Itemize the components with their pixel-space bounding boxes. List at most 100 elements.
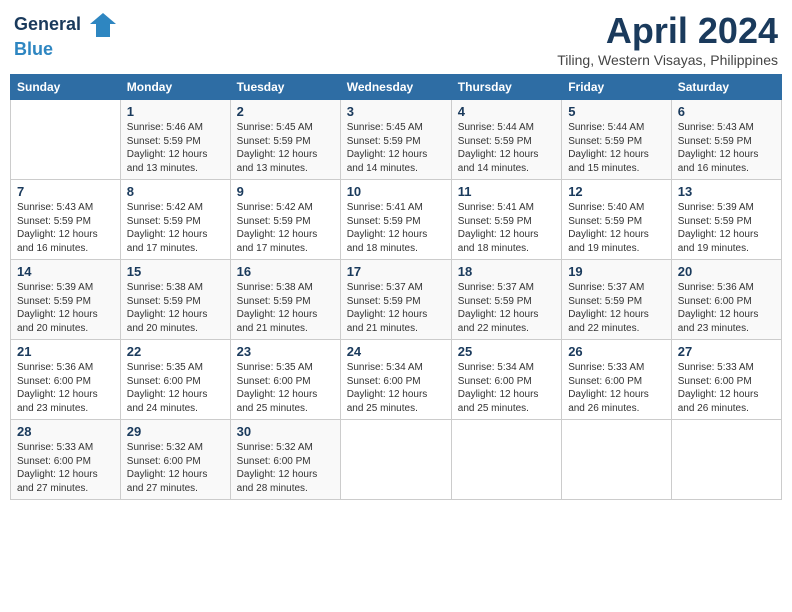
- day-number: 6: [678, 104, 775, 119]
- day-info: Sunrise: 5:33 AMSunset: 6:00 PMDaylight:…: [568, 361, 665, 415]
- day-info: Sunrise: 5:36 AMSunset: 6:00 PMDaylight:…: [17, 361, 114, 415]
- calendar-cell: 21 Sunrise: 5:36 AMSunset: 6:00 PMDayligh…: [11, 340, 121, 420]
- day-number: 5: [568, 104, 665, 119]
- day-info: Sunrise: 5:36 AMSunset: 6:00 PMDaylight:…: [678, 281, 775, 335]
- title-section: April 2024 Tiling, Western Visayas, Phil…: [557, 10, 778, 68]
- calendar-cell: 27 Sunrise: 5:33 AMSunset: 6:00 PMDayligh…: [671, 340, 781, 420]
- day-info: Sunrise: 5:43 AMSunset: 5:59 PMDaylight:…: [17, 201, 114, 255]
- day-number: 20: [678, 264, 775, 279]
- day-info: Sunrise: 5:37 AMSunset: 5:59 PMDaylight:…: [458, 281, 555, 335]
- day-number: 22: [127, 344, 224, 359]
- calendar-cell: 26 Sunrise: 5:33 AMSunset: 6:00 PMDayligh…: [562, 340, 672, 420]
- calendar-cell: 11 Sunrise: 5:41 AMSunset: 5:59 PMDayligh…: [451, 180, 561, 260]
- weekday-header: Friday: [562, 75, 672, 100]
- day-number: 27: [678, 344, 775, 359]
- day-number: 13: [678, 184, 775, 199]
- weekday-header: Saturday: [671, 75, 781, 100]
- day-info: Sunrise: 5:38 AMSunset: 5:59 PMDaylight:…: [127, 281, 224, 335]
- calendar-week-row: 7 Sunrise: 5:43 AMSunset: 5:59 PMDaylight…: [11, 180, 782, 260]
- calendar-header-row: SundayMondayTuesdayWednesdayThursdayFrid…: [11, 75, 782, 100]
- logo: General Blue: [14, 10, 118, 60]
- day-info: Sunrise: 5:42 AMSunset: 5:59 PMDaylight:…: [127, 201, 224, 255]
- day-info: Sunrise: 5:44 AMSunset: 5:59 PMDaylight:…: [458, 121, 555, 175]
- day-info: Sunrise: 5:46 AMSunset: 5:59 PMDaylight:…: [127, 121, 224, 175]
- location-title: Tiling, Western Visayas, Philippines: [557, 52, 778, 68]
- day-info: Sunrise: 5:41 AMSunset: 5:59 PMDaylight:…: [347, 201, 445, 255]
- day-number: 29: [127, 424, 224, 439]
- day-info: Sunrise: 5:39 AMSunset: 5:59 PMDaylight:…: [17, 281, 114, 335]
- calendar-cell: [562, 420, 672, 500]
- calendar-cell: 7 Sunrise: 5:43 AMSunset: 5:59 PMDaylight…: [11, 180, 121, 260]
- day-number: 23: [237, 344, 334, 359]
- calendar-cell: 9 Sunrise: 5:42 AMSunset: 5:59 PMDaylight…: [230, 180, 340, 260]
- day-info: Sunrise: 5:38 AMSunset: 5:59 PMDaylight:…: [237, 281, 334, 335]
- day-info: Sunrise: 5:44 AMSunset: 5:59 PMDaylight:…: [568, 121, 665, 175]
- calendar-cell: 8 Sunrise: 5:42 AMSunset: 5:59 PMDaylight…: [120, 180, 230, 260]
- calendar-week-row: 28Sunrise: 5:33 AMSunset: 6:00 PMDayligh…: [11, 420, 782, 500]
- logo-text: General Blue: [14, 10, 118, 60]
- day-number: 2: [237, 104, 334, 119]
- day-info: Sunrise: 5:40 AMSunset: 5:59 PMDaylight:…: [568, 201, 665, 255]
- day-number: 15: [127, 264, 224, 279]
- calendar-cell: [671, 420, 781, 500]
- calendar-cell: [11, 100, 121, 180]
- weekday-header: Wednesday: [340, 75, 451, 100]
- calendar-cell: 12 Sunrise: 5:40 AMSunset: 5:59 PMDayligh…: [562, 180, 672, 260]
- calendar-cell: 6 Sunrise: 5:43 AMSunset: 5:59 PMDaylight…: [671, 100, 781, 180]
- calendar-cell: 15 Sunrise: 5:38 AMSunset: 5:59 PMDayligh…: [120, 260, 230, 340]
- day-number: 19: [568, 264, 665, 279]
- calendar-cell: 5 Sunrise: 5:44 AMSunset: 5:59 PMDaylight…: [562, 100, 672, 180]
- day-number: 21: [17, 344, 114, 359]
- day-number: 8: [127, 184, 224, 199]
- calendar-week-row: 21 Sunrise: 5:36 AMSunset: 6:00 PMDayligh…: [11, 340, 782, 420]
- day-info: Sunrise: 5:35 AMSunset: 6:00 PMDaylight:…: [237, 361, 334, 415]
- day-info: Sunrise: 5:35 AMSunset: 6:00 PMDaylight:…: [127, 361, 224, 415]
- day-number: 4: [458, 104, 555, 119]
- calendar-cell: 19 Sunrise: 5:37 AMSunset: 5:59 PMDayligh…: [562, 260, 672, 340]
- day-number: 14: [17, 264, 114, 279]
- day-number: 12: [568, 184, 665, 199]
- day-number: 25: [458, 344, 555, 359]
- day-info: Sunrise: 5:33 AMSunset: 6:00 PMDaylight:…: [678, 361, 775, 415]
- day-number: 18: [458, 264, 555, 279]
- calendar-cell: 22 Sunrise: 5:35 AMSunset: 6:00 PMDayligh…: [120, 340, 230, 420]
- day-number: 1: [127, 104, 224, 119]
- day-info: Sunrise: 5:32 AMSunset: 6:00 PMDaylight:…: [237, 441, 334, 495]
- day-info: Sunrise: 5:34 AMSunset: 6:00 PMDaylight:…: [347, 361, 445, 415]
- day-info: Sunrise: 5:39 AMSunset: 5:59 PMDaylight:…: [678, 201, 775, 255]
- calendar-cell: 29Sunrise: 5:32 AMSunset: 6:00 PMDayligh…: [120, 420, 230, 500]
- day-info: Sunrise: 5:41 AMSunset: 5:59 PMDaylight:…: [458, 201, 555, 255]
- calendar-cell: 14 Sunrise: 5:39 AMSunset: 5:59 PMDayligh…: [11, 260, 121, 340]
- calendar-cell: 10Sunrise: 5:41 AMSunset: 5:59 PMDayligh…: [340, 180, 451, 260]
- calendar-cell: [340, 420, 451, 500]
- day-number: 16: [237, 264, 334, 279]
- calendar-cell: 20 Sunrise: 5:36 AMSunset: 6:00 PMDayligh…: [671, 260, 781, 340]
- calendar-cell: [451, 420, 561, 500]
- day-info: Sunrise: 5:45 AMSunset: 5:59 PMDaylight:…: [237, 121, 334, 175]
- weekday-header: Thursday: [451, 75, 561, 100]
- calendar-cell: 17Sunrise: 5:37 AMSunset: 5:59 PMDayligh…: [340, 260, 451, 340]
- day-info: Sunrise: 5:42 AMSunset: 5:59 PMDaylight:…: [237, 201, 334, 255]
- calendar-table: SundayMondayTuesdayWednesdayThursdayFrid…: [10, 74, 782, 500]
- day-info: Sunrise: 5:43 AMSunset: 5:59 PMDaylight:…: [678, 121, 775, 175]
- calendar-cell: 28Sunrise: 5:33 AMSunset: 6:00 PMDayligh…: [11, 420, 121, 500]
- day-number: 9: [237, 184, 334, 199]
- calendar-cell: 25 Sunrise: 5:34 AMSunset: 6:00 PMDayligh…: [451, 340, 561, 420]
- calendar-cell: 23 Sunrise: 5:35 AMSunset: 6:00 PMDayligh…: [230, 340, 340, 420]
- calendar-cell: 1 Sunrise: 5:46 AMSunset: 5:59 PMDaylight…: [120, 100, 230, 180]
- calendar-cell: 16 Sunrise: 5:38 AMSunset: 5:59 PMDayligh…: [230, 260, 340, 340]
- day-number: 30: [237, 424, 334, 439]
- calendar-cell: 18 Sunrise: 5:37 AMSunset: 5:59 PMDayligh…: [451, 260, 561, 340]
- day-number: 11: [458, 184, 555, 199]
- day-number: 17: [347, 264, 445, 279]
- day-number: 24: [347, 344, 445, 359]
- day-info: Sunrise: 5:37 AMSunset: 5:59 PMDaylight:…: [568, 281, 665, 335]
- day-number: 7: [17, 184, 114, 199]
- day-number: 28: [17, 424, 114, 439]
- calendar-cell: 4 Sunrise: 5:44 AMSunset: 5:59 PMDaylight…: [451, 100, 561, 180]
- day-number: 26: [568, 344, 665, 359]
- page-header: General Blue April 2024 Tiling, Western …: [10, 10, 782, 68]
- calendar-cell: 3Sunrise: 5:45 AMSunset: 5:59 PMDaylight…: [340, 100, 451, 180]
- calendar-week-row: 14 Sunrise: 5:39 AMSunset: 5:59 PMDayligh…: [11, 260, 782, 340]
- day-info: Sunrise: 5:34 AMSunset: 6:00 PMDaylight:…: [458, 361, 555, 415]
